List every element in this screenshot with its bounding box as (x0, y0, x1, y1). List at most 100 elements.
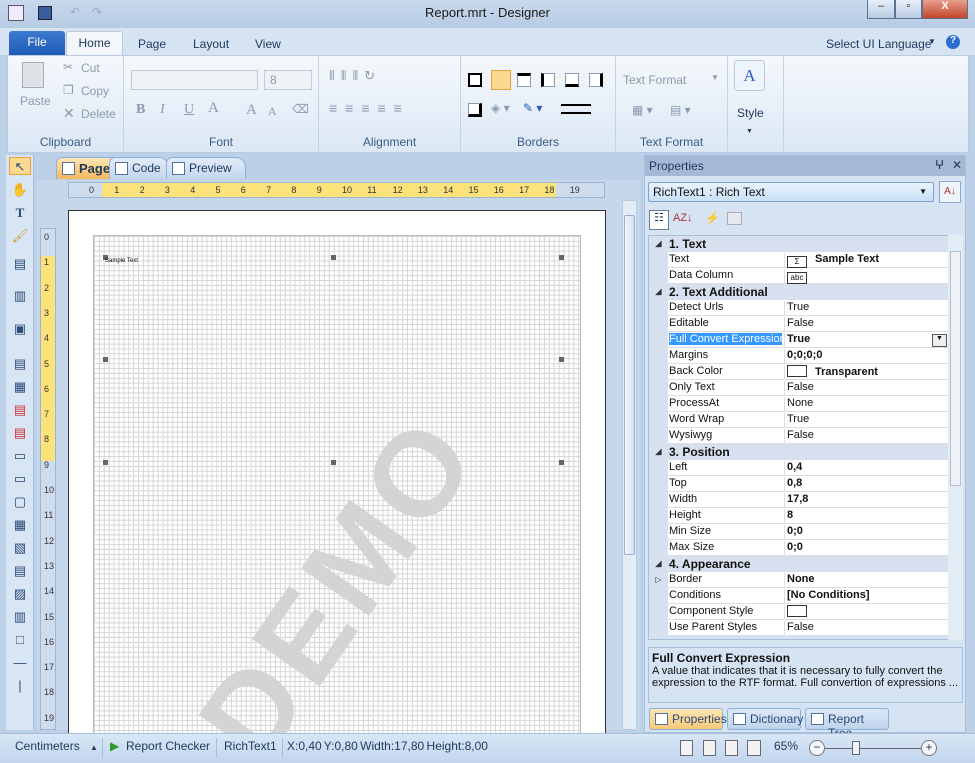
rectangle-tool[interactable]: □ (9, 631, 31, 649)
alphabetical-icon[interactable]: AZ↓ (673, 212, 693, 224)
property-row[interactable]: ▷ Border None (649, 572, 948, 588)
row-gutter[interactable] (649, 540, 668, 556)
tab-page[interactable]: Page (124, 33, 180, 55)
collapse-icon[interactable]: ◢ (649, 444, 668, 460)
property-row[interactable]: ProcessAt None (649, 396, 948, 412)
horizontal-align-icons[interactable]: ≡≡≡≡≡ (329, 100, 410, 116)
hand-tool[interactable]: ✋ (9, 181, 31, 199)
pointer-tool[interactable]: ↖ (9, 157, 31, 175)
property-value[interactable]: True ▼ (784, 333, 948, 348)
paste-button[interactable]: Paste (20, 94, 51, 108)
border-right-icon[interactable] (589, 73, 603, 87)
row-gutter[interactable] (649, 316, 668, 332)
row-gutter[interactable] (649, 412, 668, 428)
tab-preview[interactable]: Preview (166, 157, 246, 179)
page-height-icon[interactable] (703, 740, 716, 756)
richtext1-component[interactable] (103, 255, 564, 465)
row-gutter[interactable] (649, 492, 668, 508)
row-gutter[interactable] (649, 524, 668, 540)
property-row[interactable]: Full Convert Expression True ▼ (649, 332, 948, 348)
property-category[interactable]: ◢ 2. Text Additional (649, 284, 948, 300)
rich-text-tool-2[interactable]: ▤ (9, 424, 31, 442)
chevron-up-icon[interactable]: ▲ (90, 743, 98, 752)
property-value[interactable]: 0;0 (784, 541, 948, 556)
border-none-icon[interactable] (491, 70, 511, 90)
close-icon[interactable]: ✕ (952, 158, 962, 172)
property-row[interactable]: Width 17,8 (649, 492, 948, 508)
tab-view[interactable]: View (241, 33, 295, 55)
tab-dictionary[interactable]: Dictionary (727, 708, 803, 730)
property-row[interactable]: Word Wrap True (649, 412, 948, 428)
property-row[interactable]: Min Size 0;0 (649, 524, 948, 540)
border-style-icon[interactable] (561, 104, 591, 114)
events-icon[interactable]: ⚡ (705, 211, 720, 225)
property-row[interactable]: Editable False (649, 316, 948, 332)
property-value[interactable]: 0,4 (784, 461, 948, 476)
property-value[interactable]: 0,8 (784, 477, 948, 492)
cross-band-tool[interactable]: ▥ (9, 287, 31, 305)
dropdown-button[interactable]: ▼ (932, 334, 947, 347)
shrink-font-button[interactable]: A (268, 104, 277, 119)
property-value[interactable]: 0;0 (784, 525, 948, 540)
font-name-select[interactable] (131, 70, 258, 90)
border-color-icon[interactable]: ✎ ▾ (523, 101, 542, 115)
fill-color-icon[interactable]: ◈ ▾ (491, 101, 510, 115)
horizontal-line-tool[interactable]: — (9, 654, 31, 672)
zoom-slider-track[interactable] (825, 748, 921, 749)
font-color-button[interactable]: A (208, 100, 219, 117)
sort-az-icon[interactable]: A↓ (939, 181, 961, 203)
property-row[interactable]: Top 0,8 (649, 476, 948, 492)
map-tool[interactable]: ▤ (9, 562, 31, 580)
row-gutter[interactable] (649, 588, 668, 604)
report-page[interactable]: DEMO Sample Text (68, 210, 606, 735)
resize-handle[interactable] (331, 460, 336, 465)
image-tool[interactable]: ▭ (9, 447, 31, 465)
property-value[interactable]: False (784, 429, 948, 444)
format-icon-2[interactable]: ▤ ▾ (670, 103, 691, 117)
italic-button[interactable]: I (160, 102, 165, 118)
tab-properties[interactable]: Properties (649, 708, 727, 730)
band-tool[interactable]: ▤ (9, 255, 31, 273)
row-gutter[interactable] (649, 604, 668, 620)
close-button[interactable]: X (922, 0, 968, 19)
property-row[interactable]: Detect Urls True (649, 300, 948, 316)
data-column-icon[interactable]: abc (787, 272, 807, 284)
resize-handle[interactable] (331, 255, 336, 260)
resize-handle[interactable] (559, 255, 564, 260)
style-button[interactable]: Style (737, 106, 764, 120)
property-value[interactable]: False (784, 621, 948, 636)
property-category[interactable]: ◢5. Behavior (649, 636, 948, 639)
resize-handle[interactable] (559, 357, 564, 362)
language-select[interactable]: Select UI Language (812, 33, 945, 55)
row-gutter[interactable] (649, 620, 668, 636)
vertical-scrollbar[interactable] (622, 200, 637, 730)
vertical-line-tool[interactable]: | (9, 677, 31, 695)
property-value[interactable]: Σ Sample Text (784, 253, 948, 268)
collapse-icon[interactable]: ◢ (649, 284, 668, 300)
chart-tool[interactable]: ▧ (9, 539, 31, 557)
property-value[interactable]: False (784, 317, 948, 332)
format-icon[interactable]: ▦ ▾ (632, 103, 653, 117)
border-bottom-icon[interactable] (565, 73, 579, 87)
property-row[interactable]: Component Style (649, 604, 948, 620)
collapse-icon[interactable]: ◢ (649, 236, 668, 252)
zoom-out-button[interactable]: − (809, 740, 825, 756)
border-top-icon[interactable] (517, 73, 531, 87)
row-gutter[interactable] (649, 268, 668, 284)
row-gutter[interactable] (649, 380, 668, 396)
property-value[interactable]: 0;0;0;0 (784, 349, 948, 364)
property-value[interactable]: 8 (784, 509, 948, 524)
cut-button[interactable]: Cut (81, 61, 100, 75)
property-row[interactable]: Back Color Transparent (649, 364, 948, 380)
property-value[interactable]: Transparent (784, 365, 948, 380)
tab-layout[interactable]: Layout (179, 33, 243, 55)
property-scrollbar[interactable] (948, 235, 963, 640)
property-value[interactable]: 17,8 (784, 493, 948, 508)
expand-icon[interactable]: ▷ (649, 572, 668, 588)
property-row[interactable]: Conditions [No Conditions] (649, 588, 948, 604)
border-all-icon[interactable] (468, 73, 482, 87)
property-value[interactable]: True (784, 301, 948, 316)
categorized-icon[interactable]: ☷ (649, 210, 669, 230)
pin-icon[interactable]: ⵖ (935, 158, 944, 172)
resize-handle[interactable] (559, 460, 564, 465)
